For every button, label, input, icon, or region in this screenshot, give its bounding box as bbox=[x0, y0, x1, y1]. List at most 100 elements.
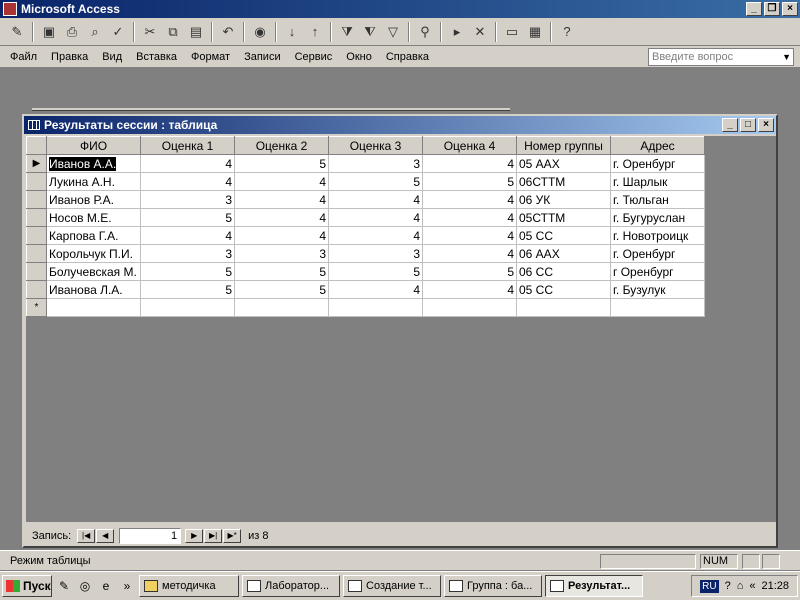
row-selector[interactable] bbox=[26, 280, 47, 299]
ie-icon[interactable]: e bbox=[97, 577, 115, 595]
sort-descending-icon[interactable]: ↑ bbox=[304, 21, 326, 43]
chevron-right-icon[interactable]: » bbox=[118, 577, 136, 595]
cell-address[interactable]: г Оренбург bbox=[610, 262, 705, 281]
cell-grade[interactable]: 5 bbox=[140, 280, 235, 299]
cell-grade[interactable]: 5 bbox=[234, 262, 329, 281]
cell-grade[interactable]: 4 bbox=[140, 154, 235, 173]
last-record-button[interactable]: ▶| bbox=[204, 529, 223, 543]
table-close-button[interactable]: × bbox=[758, 118, 774, 132]
database-window-icon[interactable]: ▭ bbox=[501, 21, 523, 43]
language-indicator[interactable]: RU bbox=[700, 579, 719, 593]
view-icon[interactable]: ✎ bbox=[6, 21, 28, 43]
cell-group[interactable]: 06 СС bbox=[516, 262, 611, 281]
cell-address[interactable]: г. Тюльган bbox=[610, 190, 705, 209]
cell-address[interactable]: г. Бузулук bbox=[610, 280, 705, 299]
cell-group[interactable]: 05 ААХ bbox=[516, 154, 611, 173]
column-header[interactable]: Оценка 2 bbox=[234, 136, 329, 155]
cut-icon[interactable]: ✂ bbox=[139, 21, 161, 43]
cell-grade[interactable]: 4 bbox=[422, 280, 517, 299]
prev-record-button[interactable]: ◀ bbox=[96, 529, 115, 543]
cell-grade[interactable]: 5 bbox=[140, 262, 235, 281]
delete-record-icon[interactable]: ✕ bbox=[469, 21, 491, 43]
row-selector[interactable] bbox=[26, 226, 47, 245]
cell-group[interactable]: 05 СС bbox=[516, 280, 611, 299]
cell-grade[interactable]: 4 bbox=[140, 226, 235, 245]
task-button[interactable]: Создание т... bbox=[343, 575, 441, 597]
cell-grade[interactable]: 5 bbox=[422, 262, 517, 281]
task-button[interactable]: Группа : ба... bbox=[444, 575, 542, 597]
paste-icon[interactable]: ▤ bbox=[185, 21, 207, 43]
cell-fio[interactable]: Лукина А.Н. bbox=[46, 172, 141, 191]
spelling-icon[interactable]: ✓ bbox=[107, 21, 129, 43]
cell-grade[interactable]: 4 bbox=[328, 190, 423, 209]
start-button[interactable]: Пуск bbox=[2, 575, 52, 597]
row-selector[interactable] bbox=[26, 208, 47, 227]
help-icon[interactable]: ? bbox=[725, 580, 731, 592]
menu-tools[interactable]: Сервис bbox=[295, 51, 333, 63]
cell-address[interactable]: г. Шарлык bbox=[610, 172, 705, 191]
sort-ascending-icon[interactable]: ↓ bbox=[281, 21, 303, 43]
table-minimize-button[interactable]: _ bbox=[722, 118, 738, 132]
cell-grade[interactable]: 4 bbox=[140, 172, 235, 191]
first-record-button[interactable]: |◀ bbox=[77, 529, 96, 543]
cell-grade[interactable]: 3 bbox=[328, 244, 423, 263]
menu-window[interactable]: Окно bbox=[346, 51, 372, 63]
row-selector[interactable] bbox=[26, 244, 47, 263]
restore-button[interactable]: ❐ bbox=[764, 2, 780, 16]
cell-grade[interactable]: 5 bbox=[234, 154, 329, 173]
cell-grade[interactable]: 4 bbox=[328, 226, 423, 245]
cell-empty[interactable] bbox=[46, 298, 141, 317]
cell-grade[interactable]: 5 bbox=[234, 280, 329, 299]
task-button[interactable]: Лаборатор... bbox=[242, 575, 340, 597]
column-header[interactable]: Оценка 1 bbox=[140, 136, 235, 155]
cell-grade[interactable]: 4 bbox=[234, 208, 329, 227]
cell-address[interactable]: г. Оренбург bbox=[610, 154, 705, 173]
row-selector[interactable] bbox=[26, 172, 47, 191]
cell-grade[interactable]: 5 bbox=[328, 172, 423, 191]
row-selector[interactable] bbox=[26, 262, 47, 281]
menu-records[interactable]: Записи bbox=[244, 51, 281, 63]
cell-grade[interactable]: 4 bbox=[328, 208, 423, 227]
cell-grade[interactable]: 4 bbox=[422, 190, 517, 209]
chevron-down-icon[interactable]: ▼ bbox=[782, 49, 791, 65]
cell-group[interactable]: 06 УК bbox=[516, 190, 611, 209]
column-header[interactable]: Адрес bbox=[610, 136, 705, 155]
task-button[interactable]: методичка bbox=[139, 575, 239, 597]
column-header[interactable]: Номер группы bbox=[516, 136, 611, 155]
menu-edit[interactable]: Правка bbox=[51, 51, 88, 63]
menu-format[interactable]: Формат bbox=[191, 51, 230, 63]
cell-empty[interactable] bbox=[422, 298, 517, 317]
column-header[interactable]: ФИО bbox=[46, 136, 141, 155]
row-selector[interactable] bbox=[26, 190, 47, 209]
help-icon[interactable]: ? bbox=[556, 21, 578, 43]
cell-address[interactable]: г. Оренбург bbox=[610, 244, 705, 263]
cell-grade[interactable]: 4 bbox=[234, 226, 329, 245]
close-button[interactable]: × bbox=[782, 2, 798, 16]
cell-fio[interactable]: Корольчук П.И. bbox=[46, 244, 141, 263]
cell-grade[interactable]: 5 bbox=[422, 172, 517, 191]
cell-fio[interactable]: Иванова Л.А. bbox=[46, 280, 141, 299]
new-record-button[interactable]: ▶* bbox=[223, 529, 242, 543]
copy-icon[interactable]: ⧉ bbox=[162, 21, 184, 43]
cell-grade[interactable]: 4 bbox=[422, 208, 517, 227]
print-preview-icon[interactable]: ⌕ bbox=[84, 21, 106, 43]
chevron-left-icon[interactable]: « bbox=[749, 580, 755, 592]
new-object-icon[interactable]: ▦ bbox=[524, 21, 546, 43]
cell-grade[interactable]: 3 bbox=[140, 244, 235, 263]
cell-address[interactable]: г. Новотроицк bbox=[610, 226, 705, 245]
menu-insert[interactable]: Вставка bbox=[136, 51, 177, 63]
apply-filter-icon[interactable]: ▽ bbox=[382, 21, 404, 43]
menu-view[interactable]: Вид bbox=[102, 51, 122, 63]
filter-selection-icon[interactable]: ⧩ bbox=[336, 21, 358, 43]
cell-empty[interactable] bbox=[140, 298, 235, 317]
minimize-button[interactable]: _ bbox=[746, 2, 762, 16]
save-icon[interactable]: ▣ bbox=[38, 21, 60, 43]
cell-group[interactable]: 05СТТМ bbox=[516, 208, 611, 227]
menu-file[interactable]: Файл bbox=[10, 51, 37, 63]
hyperlink-icon[interactable]: ◉ bbox=[249, 21, 271, 43]
next-record-button[interactable]: ▶ bbox=[185, 529, 204, 543]
cell-group[interactable]: 06СТТМ bbox=[516, 172, 611, 191]
cell-grade[interactable]: 4 bbox=[328, 280, 423, 299]
cell-fio[interactable]: Носов М.Е. bbox=[46, 208, 141, 227]
select-all-corner[interactable] bbox=[26, 136, 47, 155]
